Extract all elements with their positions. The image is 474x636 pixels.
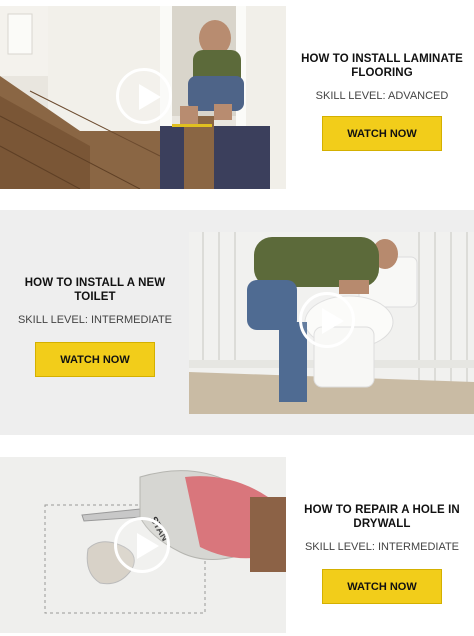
play-icon[interactable] (116, 68, 172, 124)
video-card-laminate: HOW TO INSTALL LAMINATE FLOORING SKILL L… (0, 0, 474, 200)
video-thumbnail-drywall[interactable]: STAN (0, 457, 286, 633)
card-info-drywall: HOW TO REPAIR A HOLE IN DRYWALL SKILL LE… (290, 503, 474, 604)
title-line-2: TOILET (74, 291, 116, 303)
skill-level-drywall: SKILL LEVEL: INTERMEDIATE (304, 541, 460, 553)
title-line-2: FLOORING (351, 67, 413, 79)
title-line-2: DRYWALL (353, 518, 411, 530)
watch-now-button-drywall[interactable]: WATCH NOW (322, 569, 442, 604)
video-thumbnail-toilet[interactable] (189, 232, 474, 414)
title-line-1: HOW TO REPAIR A HOLE IN (304, 504, 460, 516)
card-info-laminate: HOW TO INSTALL LAMINATE FLOORING SKILL L… (290, 52, 474, 151)
title-line-1: HOW TO INSTALL A NEW (24, 277, 166, 289)
skill-level-toilet: SKILL LEVEL: INTERMEDIATE (17, 314, 173, 326)
card-title-drywall[interactable]: HOW TO REPAIR A HOLE IN DRYWALL (290, 503, 474, 531)
video-card-toilet: HOW TO INSTALL A NEW TOILET SKILL LEVEL:… (0, 210, 474, 435)
play-icon[interactable] (114, 517, 170, 573)
video-card-drywall: STAN HOW TO REPAIR A HOLE IN DRYWALL SKI… (0, 445, 474, 636)
title-line-1: HOW TO INSTALL LAMINATE (301, 53, 463, 65)
card-title-toilet[interactable]: HOW TO INSTALL A NEW TOILET (0, 276, 190, 304)
video-thumbnail-laminate[interactable] (0, 6, 286, 189)
watch-now-button-toilet[interactable]: WATCH NOW (35, 342, 155, 377)
card-info-toilet: HOW TO INSTALL A NEW TOILET SKILL LEVEL:… (0, 276, 190, 377)
card-title-laminate[interactable]: HOW TO INSTALL LAMINATE FLOORING (290, 52, 474, 80)
skill-level-laminate: SKILL LEVEL: ADVANCED (315, 90, 449, 102)
play-icon[interactable] (299, 292, 355, 348)
watch-now-button-laminate[interactable]: WATCH NOW (322, 116, 442, 151)
